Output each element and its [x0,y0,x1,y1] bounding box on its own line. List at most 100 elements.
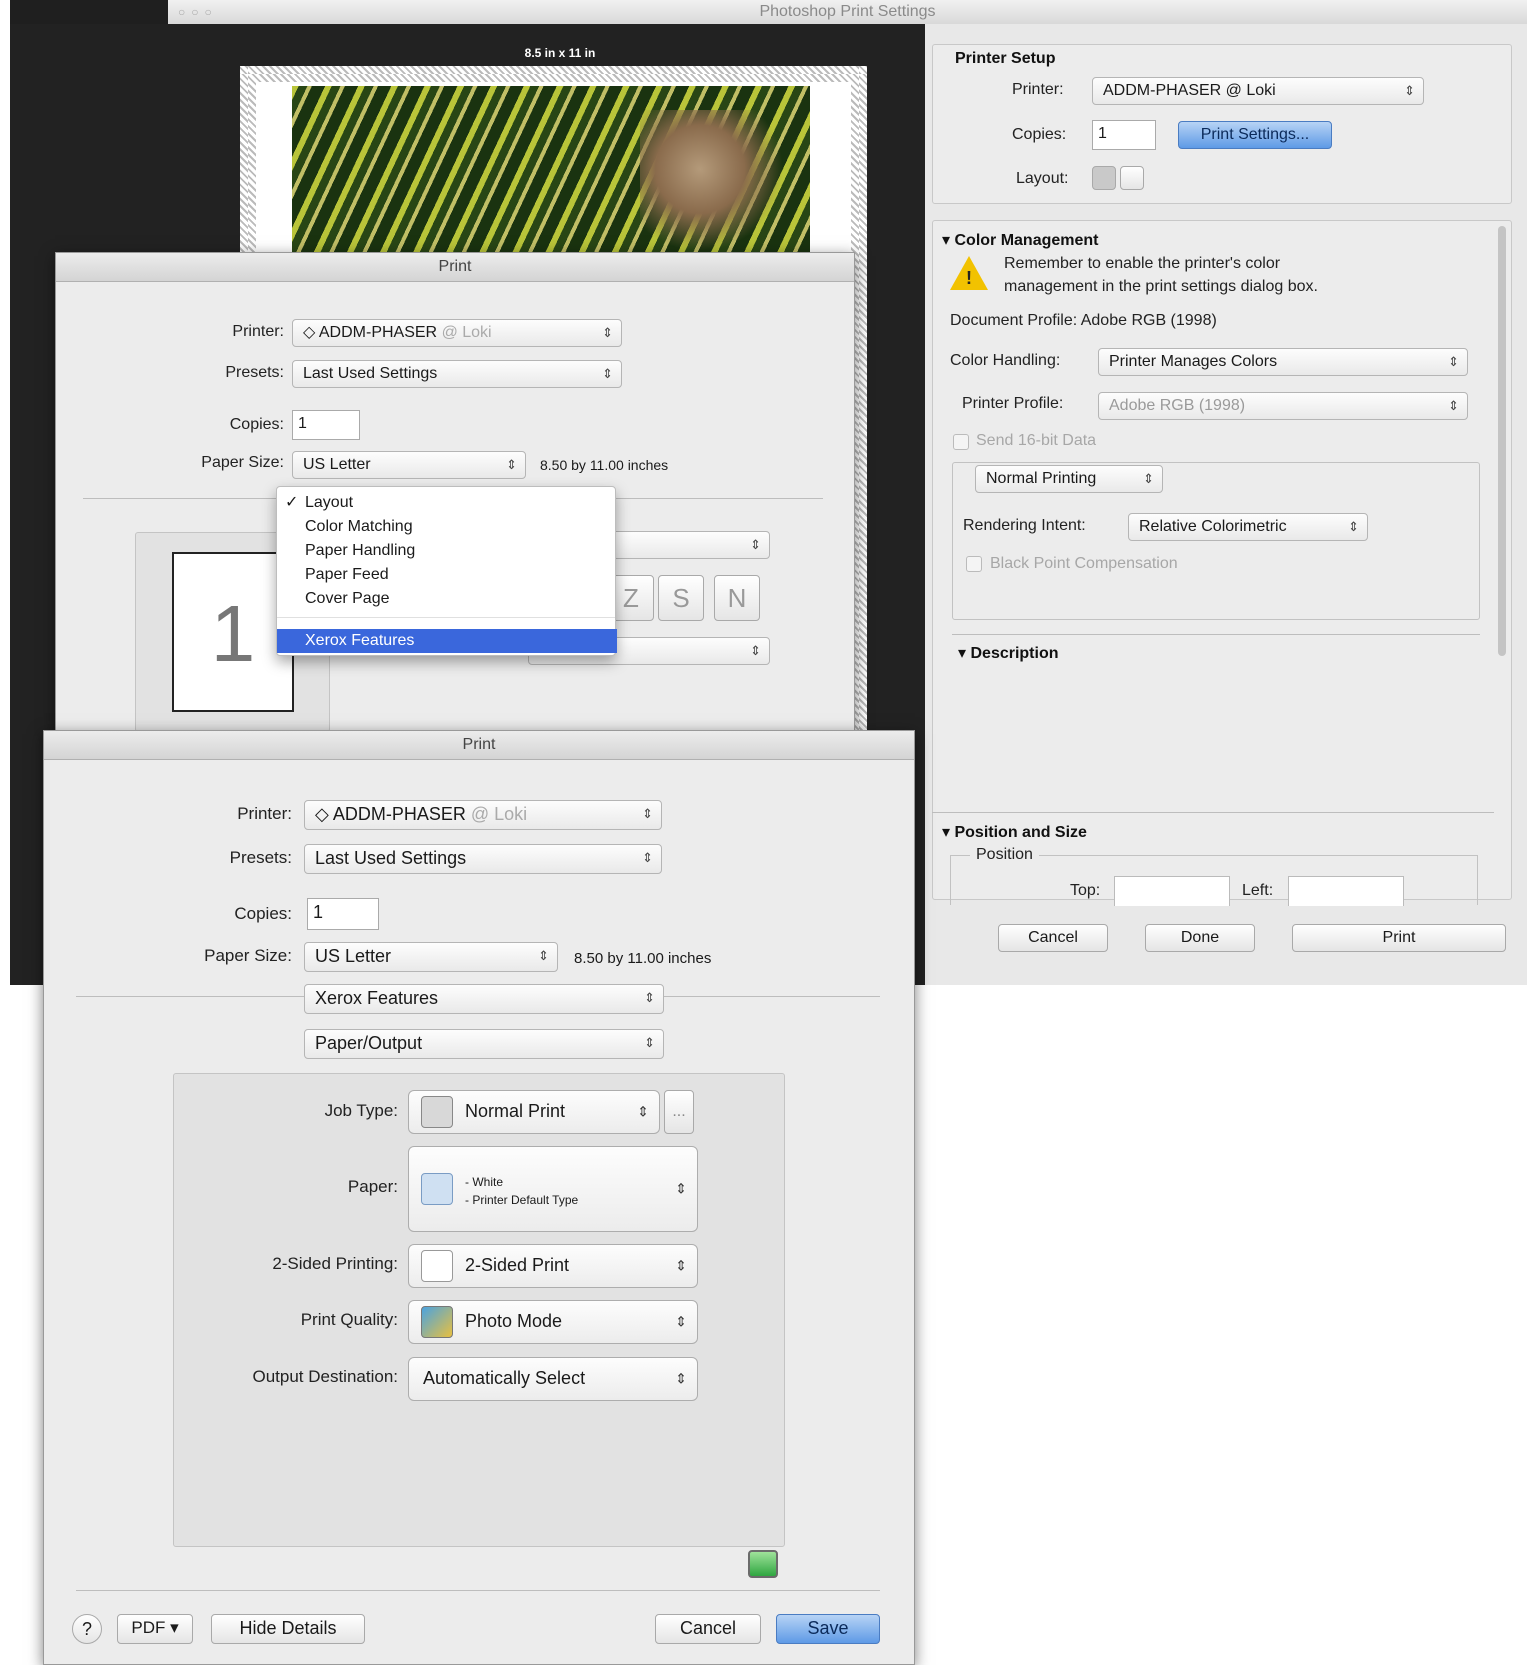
menu-item-paper-feed[interactable]: Paper Feed [277,563,617,587]
printer-icon [421,1096,453,1128]
rendering-intent-select[interactable]: Relative Colorimetric [1128,513,1368,541]
panel-dropdown-menu: ✓ Layout Color Matching Paper Handling P… [276,486,617,656]
divider [952,634,1480,635]
warning-text-line2: management in the print settings dialog … [1004,278,1318,295]
portrait-layout-icon[interactable] [1092,166,1116,190]
color-handling-select[interactable]: Printer Manages Colors [1098,348,1468,376]
landscape-layout-icon[interactable] [1120,166,1144,190]
hide-details-button[interactable]: Hide Details [211,1614,365,1644]
printer-select[interactable]: ◇ ADDM-PHASER @ Loki [292,319,622,347]
output-destination-value: Automatically Select [423,1368,586,1388]
print-quality-select[interactable]: Photo Mode ⇕ [408,1300,698,1344]
copies-field[interactable]: 1 [292,410,360,440]
paper-line2: - Printer Default Type [465,1193,579,1207]
paper-tray-icon [421,1173,453,1205]
paper-size-label: Paper Size: [204,946,292,965]
paper-line1: - White [465,1175,504,1189]
print-settings-button[interactable]: Print Settings... [1178,121,1332,149]
dialog-title: Print [56,253,854,282]
paper-size-label: Paper Size: [201,454,284,471]
pdf-button[interactable]: PDF ▾ [117,1614,193,1644]
checkmark-icon: ✓ [285,494,299,511]
presets-label: Presets: [229,848,292,867]
photo-mode-icon [421,1306,453,1338]
paper-size-select[interactable]: US Letter [304,942,558,972]
copies-field[interactable]: 1 [1092,120,1156,150]
description-heading[interactable]: ▾ Description [958,643,1059,663]
preview-paper-size-label: 8.5 in x 11 in [524,46,596,60]
traffic-light-buttons[interactable]: ○○○ [178,5,218,19]
job-type-label: Job Type: [324,1101,398,1120]
scrollbar[interactable] [1498,226,1506,656]
menu-item-color-matching[interactable]: Color Matching [277,515,617,539]
copies-field[interactable]: 1 [307,898,379,930]
top-field[interactable] [1114,876,1230,906]
two-sided-label: 2-Sided Printing: [272,1254,398,1273]
menu-divider [277,617,615,618]
panel-select[interactable]: Xerox Features [304,984,664,1014]
top-label: Top: [1070,882,1101,899]
paper-dimensions: 8.50 by 11.00 inches [540,457,669,473]
chevron-updown-icon: ⇕ [675,1370,687,1387]
cancel-button[interactable]: Cancel [998,924,1108,952]
job-type-more-button[interactable]: ... [664,1090,694,1134]
position-size-heading[interactable]: ▾ Position and Size [942,822,1087,842]
printer-select[interactable]: ADDM-PHASER @ Loki [1092,77,1424,105]
printer-profile-select[interactable]: Adobe RGB (1998) [1098,392,1468,420]
printer-label: Printer: [237,804,292,823]
job-type-select[interactable]: Normal Print ⇕ [408,1090,660,1134]
menu-item-layout[interactable]: ✓ Layout [277,491,617,515]
output-destination-label: Output Destination: [252,1367,398,1386]
send-16bit-checkbox[interactable] [953,434,969,450]
preview-photo-leaf [640,110,790,258]
paper-dimensions: 8.50 by 11.00 inches [574,950,712,967]
chevron-updown-icon: ⇕ [675,1313,687,1330]
presets-label: Presets: [225,364,284,381]
presets-select[interactable]: Last Used Settings [304,844,662,874]
job-type-value: Normal Print [465,1101,566,1121]
warning-text-line1: Remember to enable the printer's color [1004,255,1281,272]
print-quality-value: Photo Mode [465,1311,563,1331]
black-point-checkbox[interactable] [966,556,982,572]
two-sided-icon [421,1250,453,1282]
left-field[interactable] [1288,876,1404,906]
printer-status-icon[interactable] [748,1550,778,1578]
color-handling-label: Color Handling: [950,352,1061,369]
paper-label: Paper: [347,1177,398,1196]
paper-size-select[interactable]: US Letter [292,451,526,479]
printer-profile-label: Printer Profile: [962,395,1064,412]
chevron-updown-icon: ⇕ [637,1103,649,1120]
print-button[interactable]: Print [1292,924,1506,952]
menu-item-xerox-features[interactable]: Xerox Features [277,629,617,653]
two-sided-value: 2-Sided Print [465,1255,570,1275]
normal-printing-select[interactable]: Normal Printing [975,465,1163,493]
output-destination-select[interactable]: Automatically Select ⇕ [408,1357,698,1401]
layout-direction-s-button[interactable]: S [658,575,704,621]
done-button[interactable]: Done [1145,924,1255,952]
divider [76,1590,880,1591]
chevron-updown-icon: ⇕ [675,1180,687,1197]
presets-select[interactable]: Last Used Settings [292,360,622,388]
color-management-heading[interactable]: ▾ Color Management [942,230,1099,250]
subpanel-select[interactable]: Paper/Output [304,1029,664,1059]
paper-select[interactable]: - White - Printer Default Type ⇕ [408,1146,698,1232]
cancel-button[interactable]: Cancel [655,1614,761,1644]
printer-select[interactable]: ◇ ADDM-PHASER @ Loki [304,800,662,830]
menu-item-paper-handling[interactable]: Paper Handling [277,539,617,563]
two-sided-select[interactable]: 2-Sided Print ⇕ [408,1244,698,1288]
document-profile: Document Profile: Adobe RGB (1998) [950,312,1217,329]
menu-item-cover-page[interactable]: Cover Page [277,587,617,611]
window-titlebar: Photoshop Print Settings [168,0,1527,24]
position-label: Position [970,846,1039,864]
help-button[interactable]: ? [72,1614,102,1644]
warning-icon-mark: ! [966,268,972,288]
layout-direction-n-button[interactable]: N [714,575,760,621]
copies-label: Copies: [1012,126,1067,143]
printer-label: Printer: [1012,81,1064,98]
copies-label: Copies: [234,904,292,923]
save-button[interactable]: Save [776,1614,880,1644]
rendering-intent-label: Rendering Intent: [963,517,1086,534]
print-quality-label: Print Quality: [300,1310,398,1329]
divider [932,812,1494,813]
window-title: Photoshop Print Settings [759,3,936,20]
